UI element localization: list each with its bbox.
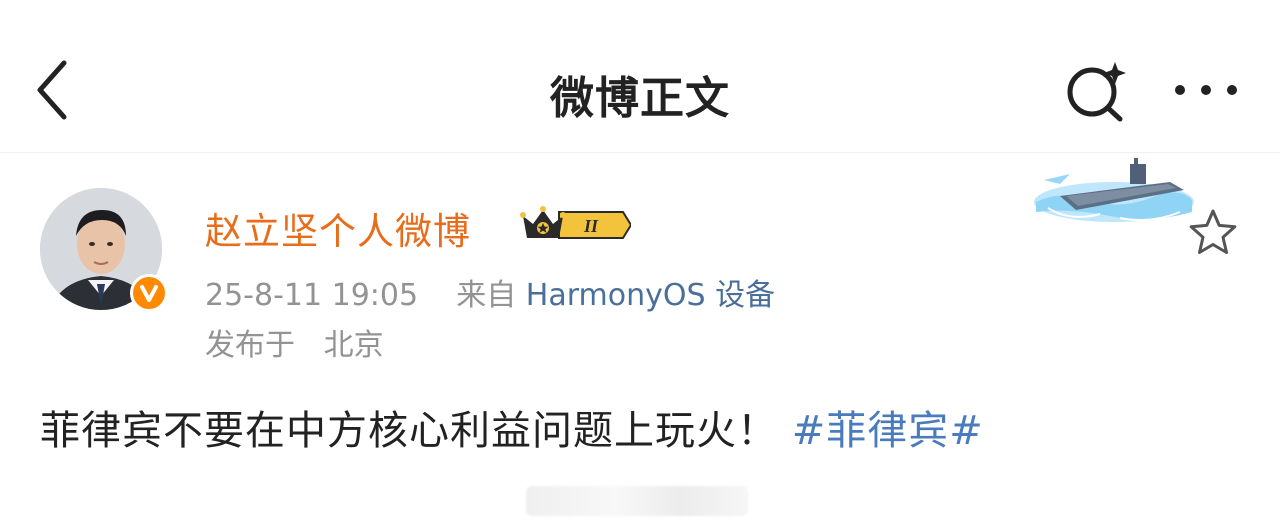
post-content: 菲律宾不要在中方核心利益问题上玩火！ #菲律宾# (40, 398, 984, 456)
carrier-illustration (1034, 158, 1194, 222)
star-outline-icon (1189, 209, 1237, 254)
post-meta: 25-8-11 19:05 来自 HarmonyOS 设备 (205, 270, 775, 314)
carrier-decoration-sticker (1030, 152, 1196, 228)
verified-v-icon (140, 285, 158, 302)
chevron-left-icon (37, 60, 67, 120)
post-body-text: 菲律宾不要在中方核心利益问题上玩火！ (40, 408, 778, 454)
weibo-post-screen: 微博正文 赵立坚个人微博 II 25-8-11 19:05 来自 Harmony… (0, 0, 1280, 525)
author-name[interactable]: 赵立坚个人微博 (205, 201, 471, 255)
author-avatar-button[interactable] (40, 188, 168, 314)
top-nav-bar: 微博正文 (0, 0, 1280, 153)
back-button[interactable] (28, 55, 88, 125)
location-name: 北京 (323, 328, 384, 363)
hashtag-link[interactable]: #菲律宾# (792, 408, 984, 454)
vip-level-badge[interactable]: II (519, 204, 633, 246)
favorite-button[interactable] (1186, 206, 1240, 258)
search-sparkle-icon (1067, 62, 1126, 122)
search-button[interactable] (1062, 58, 1134, 124)
more-options-button[interactable] (1170, 70, 1242, 110)
vip-level-text: II (583, 216, 599, 236)
page-title: 微博正文 (550, 73, 730, 124)
crown-icon: II (520, 206, 633, 239)
blurred-content-bar (526, 486, 748, 516)
source-prefix: 来自 (456, 278, 517, 313)
more-dots-icon (1175, 85, 1237, 95)
post-source-link[interactable]: HarmonyOS 设备 (526, 278, 775, 313)
post-time: 25-8-11 19:05 (205, 278, 419, 313)
verified-badge (130, 274, 168, 312)
location-prefix: 发布于 (205, 328, 295, 363)
post-location: 发布于 北京 (205, 320, 384, 364)
